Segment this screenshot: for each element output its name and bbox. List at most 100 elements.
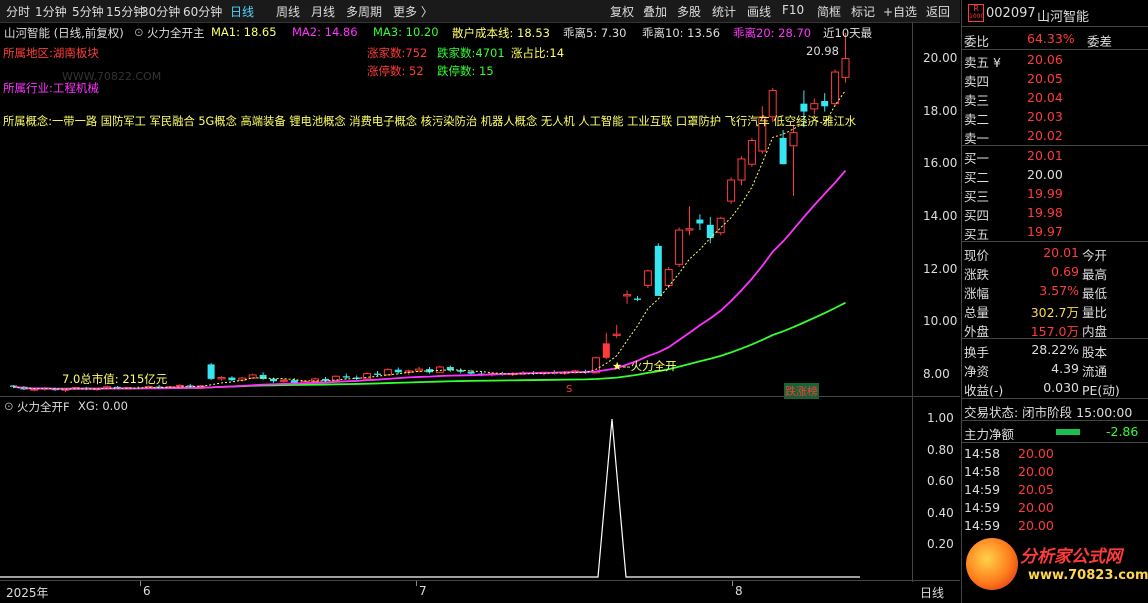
toolbar-button-2[interactable]: 多股 <box>677 3 701 20</box>
sub-tick: 0.20 <box>927 537 954 552</box>
toolbar-button-0[interactable]: 复权 <box>610 3 634 20</box>
indicator-name[interactable]: 火力全开主 <box>147 25 205 41</box>
candle <box>643 270 652 286</box>
stat2-label2: 股本 <box>1082 345 1108 360</box>
site-logo: 分析家公式网 www.70823.com <box>966 534 1148 598</box>
stat-value: 3.57% <box>1039 283 1079 298</box>
candle <box>696 219 704 224</box>
logo-flower-icon <box>966 538 1018 590</box>
candle <box>706 224 714 238</box>
signal-chart <box>0 418 860 578</box>
candle <box>634 298 641 300</box>
ask-row-price: 20.04 <box>1027 90 1063 105</box>
time-tick-mark <box>140 581 141 586</box>
weibi-value: 64.33% <box>1027 31 1075 46</box>
high-price-label: 20.98 <box>806 44 839 58</box>
toolbar-button-6[interactable]: 简框 <box>817 3 841 20</box>
stat-label: 总量 <box>964 305 990 320</box>
sub-tick: 1.00 <box>927 411 954 425</box>
industry-label: 所属行业:工程机械 <box>3 81 99 95</box>
tick-time: 14:58 <box>964 464 1001 479</box>
period-tab-1[interactable]: 1分钟 <box>35 3 67 20</box>
time-tick-mark <box>416 581 417 586</box>
toolbar-button-8[interactable]: +自选 <box>883 3 917 20</box>
ask-row-price: 20.03 <box>1027 109 1063 124</box>
candle <box>383 369 392 376</box>
tick-price: 20.00 <box>1018 464 1054 479</box>
stat-label: 涨幅 <box>964 286 990 301</box>
tick-price: 20.00 <box>1018 500 1054 515</box>
tick-time: 14:59 <box>964 482 1001 497</box>
sub-tick: 0.80 <box>927 442 954 457</box>
toolbar-button-5[interactable]: F10 <box>782 3 804 17</box>
candle <box>279 379 288 382</box>
stat2-label: 换手 <box>964 345 990 360</box>
candle <box>747 140 756 165</box>
ma1-value: MA1: 18.65 <box>211 25 277 39</box>
sub-tick: 0.60 <box>927 474 954 489</box>
period-tab-10[interactable]: 更多 〉 <box>393 3 433 20</box>
period-tab-2[interactable]: 5分钟 <box>72 3 104 20</box>
ma3-value: MA3: 10.20 <box>373 25 439 39</box>
period-tab-5[interactable]: 60分钟 <box>183 3 222 20</box>
bid-row-label: 买一 <box>964 151 990 166</box>
stat-label2: 最高 <box>1082 267 1108 282</box>
bid-row-price: 19.98 <box>1027 205 1063 220</box>
bid-row-price: 20.00 <box>1027 167 1063 182</box>
main-net-value: -2.86 <box>1106 424 1139 439</box>
ask-row-label: 卖四 <box>964 74 990 89</box>
bid-row-label: 买二 <box>964 170 990 185</box>
period-tab-7[interactable]: 周线 <box>276 3 300 20</box>
candle <box>779 137 787 165</box>
stock-title: 山河智能 (日线,前复权) <box>4 26 124 40</box>
tick-price: 20.00 <box>1018 518 1054 533</box>
candle <box>810 103 819 110</box>
period-tab-9[interactable]: 多周期 <box>346 3 382 20</box>
period-tab-3[interactable]: 15分钟 <box>106 3 145 20</box>
time-tick: 2025年 <box>6 586 49 600</box>
candle <box>435 366 444 373</box>
period-tab-0[interactable]: 分时 <box>6 3 30 20</box>
stat2-label2: 流通 <box>1082 364 1108 379</box>
period-tab-4[interactable]: 30分钟 <box>141 3 180 20</box>
sub-axis: 1.00 0.80 0.60 0.40 0.20 <box>913 397 960 580</box>
price-axis: 20.00 18.00 16.00 14.00 12.00 10.00 8.00 <box>913 22 960 396</box>
ask-row-label: 卖二 <box>964 112 990 127</box>
price-tick: 16.00 <box>923 156 958 171</box>
period-toolbar: 分时 1分钟 5分钟 15分钟 30分钟 60分钟 日线 周线 月线 多周期 更多 〉 复权 叠加 多股统… <box>0 0 960 23</box>
toolbar-button-9[interactable]: 返回 <box>926 3 950 20</box>
bid-row-label: 买三 <box>964 189 990 204</box>
stat-value: 20.01 <box>1043 245 1079 260</box>
toolbar-button-7[interactable]: 标记 <box>851 3 875 20</box>
trade-status: 交易状态: 闭市阶段 15:00:00 <box>964 405 1133 420</box>
bid-row-price: 19.97 <box>1027 224 1063 239</box>
candle <box>217 377 226 380</box>
candle <box>831 71 840 105</box>
deviation5-value: 乖离5: 7.30 <box>563 26 627 40</box>
candle <box>821 101 829 107</box>
up-count: 涨家数:752 <box>367 46 428 60</box>
stat-label2: 今开 <box>1082 248 1108 263</box>
toolbar-button-1[interactable]: 叠加 <box>643 3 667 20</box>
bid-row-label: 买五 <box>964 227 990 242</box>
bid-row-label: 买四 <box>964 208 990 223</box>
concept-label: 所属概念:一带一路 国防军工 军民融合 5G概念 高端装备 锂电池概念 消费电子… <box>3 115 857 128</box>
stat-label: 外盘 <box>964 324 990 339</box>
candle <box>623 294 632 297</box>
period-tab-8[interactable]: 月线 <box>311 3 335 20</box>
toolbar-button-3[interactable]: 统计 <box>712 3 736 20</box>
candle <box>612 333 621 336</box>
period-tab-6[interactable]: 日线 <box>230 3 254 20</box>
signal-label: ★--火力全开 <box>612 359 677 373</box>
time-tick: 8 <box>735 584 743 598</box>
main-net-label: 主力净额 <box>964 427 1015 442</box>
ask-row-label: 卖五 ¥ <box>964 55 1001 70</box>
time-tick: 6 <box>143 584 151 598</box>
ask-row-label: 卖三 <box>964 93 990 108</box>
limit-up-count: 涨停数: 52 <box>367 64 424 78</box>
price-tick: 18.00 <box>923 103 958 118</box>
indicator-toggle-icon[interactable]: ⊙ <box>134 25 144 39</box>
toolbar-button-4[interactable]: 画线 <box>747 3 771 20</box>
sub-chart-area[interactable] <box>0 397 912 580</box>
quote-panel: R 1000 002097 山河智能 委比 64.33% 委差 交易状态: 闭市阶… <box>961 0 1148 603</box>
